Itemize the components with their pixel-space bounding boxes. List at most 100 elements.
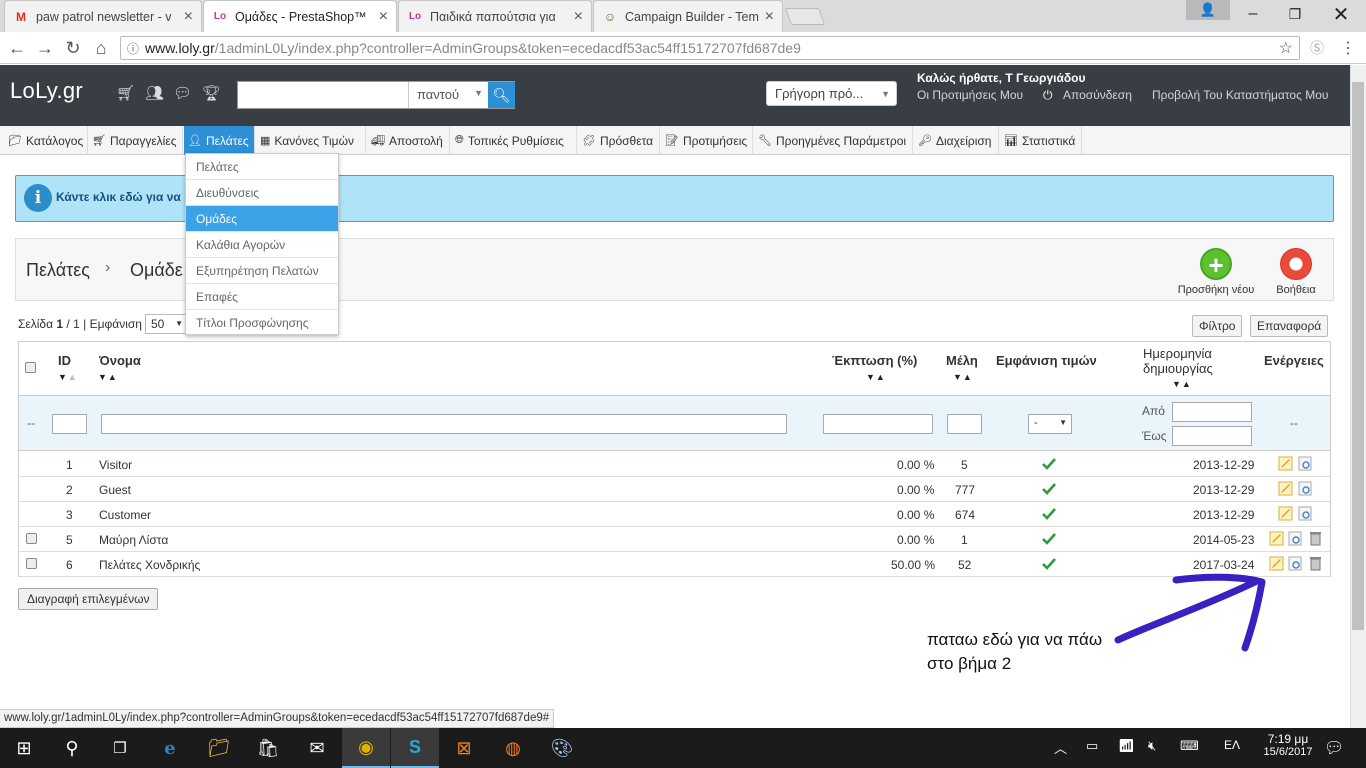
search-icon[interactable]: 🔍︎: [488, 82, 515, 108]
edge-icon[interactable]: e: [146, 728, 194, 768]
menu-item-orders[interactable]: 🛒︎ Παραγγελίες: [88, 126, 183, 155]
menu-item-catalog[interactable]: 📁︎ Κατάλογος: [4, 126, 88, 155]
close-tab-icon[interactable]: ×: [184, 8, 193, 26]
row-checkbox[interactable]: [26, 533, 37, 544]
filter-show-prices-select[interactable]: - ▼: [1028, 414, 1072, 434]
skype-extension-icon[interactable]: Ⓢ: [1305, 36, 1329, 60]
customers-icon[interactable]: 👥︎: [145, 84, 164, 102]
sort-arrows-icon[interactable]: ▼▲: [953, 372, 973, 382]
filter-members-input[interactable]: [947, 414, 982, 434]
window-close-icon[interactable]: ✕: [1318, 0, 1364, 28]
view-details-icon[interactable]: [1298, 506, 1313, 521]
notifications-icon[interactable]: 💬︎: [1324, 738, 1344, 758]
trophy-icon[interactable]: 🏆︎: [202, 84, 221, 102]
back-icon[interactable]: ←: [5, 36, 29, 60]
user-profile-icon[interactable]: 👤: [1186, 0, 1230, 20]
keyboard-icon[interactable]: ⌨: [1180, 738, 1199, 754]
submenu-item-carts[interactable]: Καλάθια Αγορών: [186, 232, 338, 258]
store-icon[interactable]: 🛍︎: [244, 728, 292, 768]
paint-icon[interactable]: 🎨︎: [538, 728, 586, 768]
maximize-icon[interactable]: ❐: [1272, 0, 1318, 28]
search-icon[interactable]: ⚲: [48, 728, 96, 768]
search-scope-select[interactable]: παντού ▼: [408, 82, 488, 108]
xampp-icon[interactable]: ⊠: [440, 728, 488, 768]
volume-muted-icon[interactable]: 🔇︎: [1148, 738, 1156, 754]
minimize-icon[interactable]: –: [1230, 0, 1276, 28]
messages-icon[interactable]: 💬︎: [173, 84, 192, 102]
delete-trash-icon[interactable]: [1308, 531, 1323, 546]
submenu-item-customers[interactable]: Πελάτες: [186, 154, 338, 180]
forward-icon[interactable]: →: [33, 36, 57, 60]
wifi-icon[interactable]: 📶︎: [1118, 738, 1135, 754]
start-menu-icon[interactable]: ⊞: [0, 728, 48, 768]
menu-item-localization[interactable]: 🌐︎ Τοπικές Ρυθμίσεις: [451, 126, 577, 155]
filter-date-to-input[interactable]: [1172, 426, 1252, 446]
filter-date-from-input[interactable]: [1172, 402, 1252, 422]
home-icon[interactable]: ⌂: [89, 36, 113, 60]
edit-icon[interactable]: [1278, 506, 1293, 521]
per-page-select[interactable]: 50 ▼: [145, 314, 187, 334]
sort-arrows-icon[interactable]: ▼▲: [58, 372, 78, 382]
sort-arrows-icon[interactable]: ▼▲: [98, 372, 118, 382]
view-details-icon[interactable]: [1288, 556, 1303, 571]
skype-icon[interactable]: S: [391, 728, 439, 768]
row-checkbox[interactable]: [26, 558, 37, 569]
store-logo[interactable]: LoLy.gr: [10, 78, 83, 104]
input-language[interactable]: ΕΛ: [1224, 738, 1240, 752]
menu-item-stats[interactable]: 📊︎ Στατιστικά: [1000, 126, 1082, 155]
filter-discount-input[interactable]: [823, 414, 933, 434]
breadcrumb-root[interactable]: Πελάτες: [26, 260, 90, 281]
menu-item-price-rules[interactable]: ▦ Κανόνες Τιμών: [256, 126, 366, 155]
table-row[interactable]: 3 Customer 0.00 % 674 2013-12-29: [19, 502, 1330, 527]
submenu-item-titles[interactable]: Τίτλοι Προσφώνησης: [186, 310, 338, 336]
scrollbar-thumb[interactable]: [1352, 82, 1364, 630]
edit-icon[interactable]: [1278, 456, 1293, 471]
site-info-icon[interactable]: ⓘ: [121, 40, 145, 57]
sort-arrows-icon[interactable]: ▼▲: [1172, 379, 1192, 389]
browser-tab-shoes[interactable]: Lo Παιδικά παπούτσια για ×: [398, 0, 592, 32]
reset-button[interactable]: Επαναφορά: [1250, 315, 1329, 337]
submenu-item-groups[interactable]: Ομάδες: [186, 206, 338, 232]
close-tab-icon[interactable]: ×: [574, 8, 583, 26]
close-tab-icon[interactable]: ×: [765, 8, 774, 26]
submenu-item-contacts[interactable]: Επαφές: [186, 284, 338, 310]
browser-tab-gmail[interactable]: M paw patrol newsletter - v ×: [4, 0, 202, 32]
clock[interactable]: 7:19 μμ 15/6/2017: [1262, 732, 1314, 758]
select-all-checkbox[interactable]: [25, 362, 36, 373]
view-details-icon[interactable]: [1298, 481, 1313, 496]
browser-menu-icon[interactable]: ⋮: [1336, 36, 1360, 60]
view-store-link[interactable]: Προβολή Του Καταστήματος Μου: [1152, 88, 1328, 102]
menu-item-preferences[interactable]: 📝︎ Προτιμήσεις: [661, 126, 753, 155]
table-row[interactable]: 5 Μαύρη Λίστα 0.00 % 1 2014-05-23: [19, 527, 1330, 552]
submenu-item-addresses[interactable]: Διευθύνσεις: [186, 180, 338, 206]
quick-access-select[interactable]: Γρήγορη πρό... ▼: [766, 81, 897, 106]
table-row[interactable]: 1 Visitor 0.00 % 5 2013-12-29: [19, 452, 1330, 477]
chrome-icon[interactable]: ◉: [342, 728, 390, 768]
browser-tab-campaign[interactable]: ☺ Campaign Builder - Temp ×: [593, 0, 783, 32]
logout-link[interactable]: Αποσύνδεση: [1063, 88, 1132, 102]
edit-icon[interactable]: [1278, 481, 1293, 496]
filter-name-input[interactable]: [101, 414, 787, 434]
mail-icon[interactable]: ✉: [293, 728, 341, 768]
bookmark-star-icon[interactable]: ☆: [1279, 38, 1293, 58]
file-explorer-icon[interactable]: 📁︎: [195, 728, 243, 768]
show-hidden-icons-icon[interactable]: ︿: [1054, 738, 1067, 757]
add-new-button[interactable]: + Προσθήκη νέου: [1176, 248, 1256, 296]
table-row[interactable]: 2 Guest 0.00 % 777 2013-12-29: [19, 477, 1330, 502]
menu-item-advanced-parameters[interactable]: 🔧︎ Προηγμένες Παράμετροι: [754, 126, 913, 155]
browser-tab-groups[interactable]: Lo Ομάδες - PrestaShop™ ×: [203, 0, 397, 32]
menu-item-customers[interactable]: 👤︎ Πελάτες: [184, 126, 255, 155]
edit-icon[interactable]: [1269, 556, 1284, 571]
close-tab-icon[interactable]: ×: [379, 8, 388, 26]
view-details-icon[interactable]: [1298, 456, 1313, 471]
submenu-item-customer-service[interactable]: Εξυπηρέτηση Πελατών: [186, 258, 338, 284]
menu-item-shipping[interactable]: 🚚︎ Αποστολή: [367, 126, 450, 155]
search-input[interactable]: [238, 82, 406, 108]
reload-icon[interactable]: ↻: [61, 36, 85, 60]
cart-icon[interactable]: 🛒︎: [116, 84, 135, 102]
firefox-icon[interactable]: ◍: [489, 728, 537, 768]
menu-item-administration[interactable]: 🔑︎ Διαχείριση: [914, 126, 999, 155]
menu-item-modules[interactable]: 🧩︎ Πρόσθετα: [578, 126, 660, 155]
task-view-icon[interactable]: ❐: [96, 728, 144, 768]
view-details-icon[interactable]: [1288, 531, 1303, 546]
